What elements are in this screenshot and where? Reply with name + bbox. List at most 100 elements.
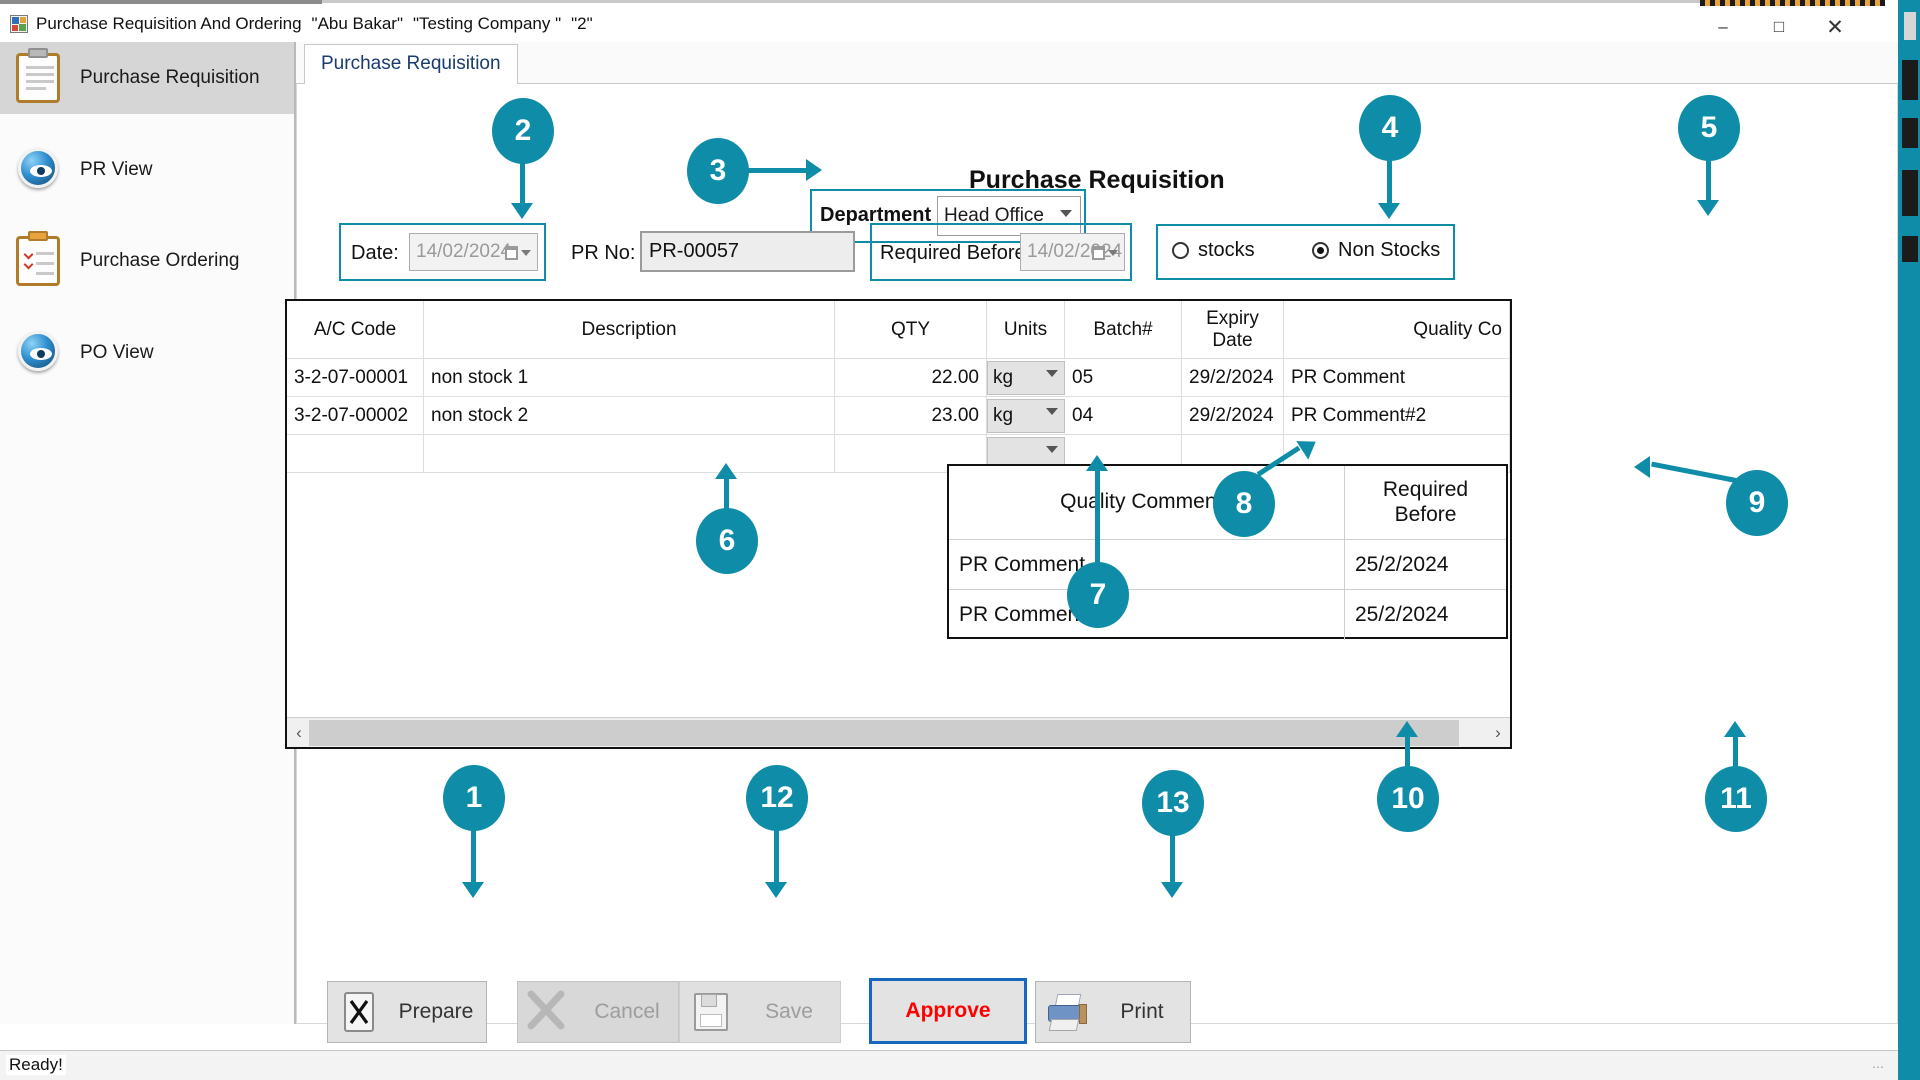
quality-table-row[interactable]: PR Comment#2 25/2/2024 — [949, 590, 1506, 640]
qcol-header-quality-comments[interactable]: Quality Comments — [949, 466, 1344, 539]
col-header-qty[interactable]: QTY — [835, 301, 987, 358]
cancel-button-label: Cancel — [594, 1000, 660, 1023]
pr-no-input[interactable]: PR-00057 — [640, 231, 855, 272]
window-title-app: Purchase Requisition And Ordering — [36, 14, 302, 33]
annotation-arrow-1 — [471, 825, 476, 885]
eye-icon — [10, 325, 66, 381]
annotation-arrow-4 — [1387, 155, 1392, 208]
approve-button[interactable]: Approve — [869, 978, 1027, 1044]
col-header-ac-code[interactable]: A/C Code — [287, 301, 424, 358]
annotation-arrow-13 — [1170, 830, 1175, 885]
sidebar-item-purchase-requisition[interactable]: Purchase Requisition — [0, 42, 294, 114]
sidebar-item-purchase-ordering[interactable]: Purchase Ordering — [0, 225, 294, 297]
annotation-badge-8: 8 — [1213, 471, 1275, 537]
print-button[interactable]: Print — [1035, 981, 1191, 1043]
annotation-arrowhead-5 — [1697, 200, 1719, 216]
qcell-comment: PR Comment#2 — [959, 603, 1109, 626]
sidebar-item-po-view[interactable]: PO View — [0, 317, 294, 389]
maximize-button[interactable]: □ — [1756, 12, 1802, 42]
horizontal-scrollbar[interactable]: ‹ › — [287, 717, 1510, 747]
cell-units-select[interactable]: kg — [987, 361, 1065, 395]
annotation-badge-12: 12 — [746, 765, 808, 831]
required-before-picker[interactable]: 14/02/2024 — [1020, 233, 1125, 271]
col-header-expiry-date[interactable]: Expiry Date — [1182, 301, 1284, 358]
print-button-label: Print — [1120, 1000, 1164, 1023]
annotation-badge-11: 11 — [1705, 766, 1767, 832]
col-header-quality-comments[interactable]: Quality Co — [1284, 301, 1510, 358]
col-header-description[interactable]: Description — [424, 301, 835, 358]
radio-stocks-label: stocks — [1198, 239, 1255, 261]
window-title-text: Purchase Requisition And Ordering "Abu Ba… — [36, 14, 593, 34]
cell-expiry: 29/2/2024 — [1182, 359, 1284, 396]
annotation-badge-13: 13 — [1142, 770, 1204, 836]
col-header-batch[interactable]: Batch# — [1065, 301, 1182, 358]
close-button[interactable]: ✕ — [1812, 12, 1858, 42]
edge-scroll-thumb[interactable] — [1904, 12, 1916, 40]
annotation-arrowhead-1 — [462, 882, 484, 898]
radio-stocks[interactable]: stocks — [1172, 239, 1255, 262]
annotation-arrow-7 — [1095, 468, 1100, 570]
annotation-badge-3: 3 — [687, 138, 749, 204]
cancel-button[interactable]: Cancel — [517, 981, 679, 1043]
resize-grip[interactable]: ⋯ — [1872, 1060, 1888, 1076]
cell-description: non stock 1 — [424, 359, 835, 396]
annotation-arrowhead-6 — [715, 463, 737, 479]
calendar-dropdown-icon[interactable] — [505, 243, 533, 263]
prepare-button[interactable]: Prepare — [327, 981, 487, 1043]
cell-units-select[interactable]: kg — [987, 399, 1065, 433]
annotation-arrowhead-12 — [765, 882, 787, 898]
annotation-arrow-12 — [774, 825, 779, 885]
qcell-comment: PR Comment — [959, 552, 1086, 576]
scroll-right-icon[interactable]: › — [1488, 722, 1508, 744]
save-button-label: Save — [765, 1000, 813, 1023]
qcol-header-required-before[interactable]: Required Before — [1344, 466, 1506, 539]
annotation-arrowhead-13 — [1161, 882, 1183, 898]
wrench-icon — [334, 989, 386, 1035]
save-button[interactable]: Save — [679, 981, 841, 1043]
save-disk-icon — [686, 989, 738, 1035]
printer-icon — [1042, 989, 1094, 1035]
pr-no-label: PR No: — [571, 242, 636, 264]
window-title-company: "Testing Company " — [413, 14, 562, 33]
status-bar: Ready! ⋯ — [0, 1050, 1898, 1080]
annotation-badge-5: 5 — [1678, 95, 1740, 161]
edge-block-4 — [1902, 236, 1918, 262]
cell-ac-code: 3-2-07-00002 — [287, 397, 424, 434]
date-picker[interactable]: 14/02/2024 — [409, 233, 538, 271]
calendar-dropdown-icon[interactable] — [1092, 243, 1120, 263]
cell-units-value: kg — [993, 405, 1014, 426]
cell-description: non stock 2 — [424, 397, 835, 434]
status-text: Ready! — [6, 1055, 66, 1075]
scrollbar-thumb[interactable] — [309, 720, 1459, 746]
clipboard-check-icon — [10, 231, 66, 289]
table-row[interactable]: 3-2-07-00001 non stock 1 22.00 kg 05 29/… — [287, 359, 1510, 397]
quality-table-row[interactable]: PR Comment 25/2/2024 — [949, 540, 1506, 590]
window-title-bar: Purchase Requisition And Ordering "Abu Ba… — [0, 6, 1898, 42]
cell-qty: 23.00 — [835, 397, 987, 434]
annotation-badge-1: 1 — [443, 765, 505, 831]
minimize-button[interactable]: – — [1700, 12, 1746, 42]
cell-batch: 05 — [1065, 359, 1182, 396]
annotation-badge-10: 10 — [1377, 766, 1439, 832]
date-label: Date: — [351, 242, 399, 264]
cell-units-value: kg — [993, 367, 1014, 388]
tab-purchase-requisition[interactable]: Purchase Requisition — [304, 44, 518, 85]
annotation-arrowhead-10 — [1396, 721, 1418, 737]
date-value: 14/02/2024 — [416, 241, 512, 262]
radio-non-stocks[interactable]: Non Stocks — [1312, 239, 1440, 262]
sidebar-item-label: Purchase Ordering — [80, 250, 240, 271]
scroll-left-icon[interactable]: ‹ — [289, 722, 309, 744]
annotation-arrowhead-9 — [1634, 456, 1650, 478]
application-icon — [10, 15, 28, 33]
annotation-badge-4: 4 — [1359, 95, 1421, 161]
approve-button-label: Approve — [905, 999, 991, 1022]
required-before-label: Required Before: — [880, 242, 1032, 264]
sidebar-item-pr-view[interactable]: PR View — [0, 134, 294, 206]
annotation-arrowhead-11 — [1724, 721, 1746, 737]
chevron-down-icon — [1046, 370, 1058, 377]
cell-batch: 04 — [1065, 397, 1182, 434]
col-header-units[interactable]: Units — [987, 301, 1065, 358]
tab-strip: Purchase Requisition — [296, 42, 1898, 85]
edge-block-2 — [1902, 118, 1918, 148]
table-row[interactable]: 3-2-07-00002 non stock 2 23.00 kg 04 29/… — [287, 397, 1510, 435]
